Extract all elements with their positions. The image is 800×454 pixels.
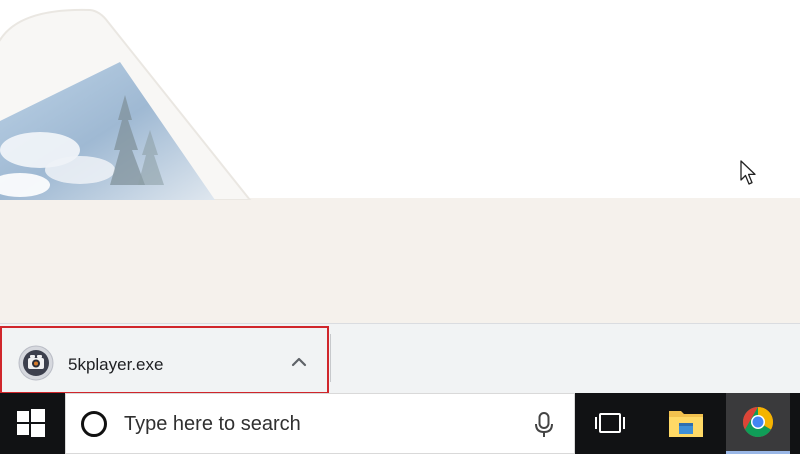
- file-explorer-button[interactable]: [655, 393, 719, 454]
- shelf-divider: [330, 334, 331, 382]
- mouse-pointer-icon: [740, 160, 758, 186]
- task-view-button[interactable]: [575, 393, 645, 454]
- tablet-photo: [0, 0, 260, 200]
- windows-logo-icon: [17, 409, 45, 437]
- download-shelf: 5kplayer.exe: [0, 323, 800, 394]
- chevron-up-icon[interactable]: [288, 353, 310, 371]
- download-item-5kplayer[interactable]: 5kplayer.exe: [0, 326, 329, 394]
- webpage-background-band: [0, 198, 800, 323]
- taskbar-search-box[interactable]: Type here to search: [65, 393, 575, 454]
- webpage-content: [0, 0, 800, 323]
- task-view-icon: [595, 413, 625, 433]
- screen: 5kplayer.exe Type here to search: [0, 0, 800, 454]
- download-file-name: 5kplayer.exe: [68, 355, 164, 374]
- search-placeholder: Type here to search: [124, 413, 301, 435]
- taskbar: Type here to search: [0, 393, 800, 454]
- folder-icon: [669, 411, 703, 437]
- microphone-icon[interactable]: [532, 410, 556, 440]
- cortana-icon[interactable]: [80, 410, 108, 438]
- 5kplayer-app-icon: [18, 345, 54, 381]
- chrome-taskbar-button[interactable]: [726, 393, 790, 454]
- start-button[interactable]: [0, 393, 62, 454]
- chrome-icon: [742, 407, 774, 438]
